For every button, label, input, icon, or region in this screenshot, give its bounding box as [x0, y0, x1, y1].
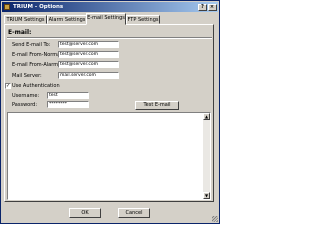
tab-alarm-settings[interactable]: Alarm Settings	[47, 15, 87, 24]
tab-ftp-settings[interactable]: FTP Settings	[126, 15, 160, 24]
section-divider	[7, 37, 212, 39]
tab-email-settings[interactable]: E-mail Settings	[86, 13, 126, 25]
ok-button[interactable]: OK	[69, 208, 101, 218]
password-label: Password:	[12, 102, 38, 108]
log-scrollbar[interactable]: ▲ ▼	[203, 113, 210, 199]
app-icon	[4, 4, 10, 10]
from-alarm-field[interactable]: test@server.com	[58, 61, 119, 68]
title-bar[interactable]: TRIUM - Options ? ×	[2, 2, 218, 12]
password-field[interactable]: ********	[47, 101, 89, 108]
resize-grip-icon[interactable]	[212, 216, 218, 222]
options-window: TRIUM - Options ? × TRIUM Settings Alarm…	[0, 0, 220, 224]
window-title: TRIUM - Options	[13, 4, 64, 10]
use-auth-label[interactable]: Use Authentication	[12, 83, 60, 89]
mail-server-label: Mail Server:	[12, 73, 42, 79]
username-label: Username:	[12, 93, 40, 99]
log-output-area[interactable]: ▲ ▼	[7, 112, 211, 200]
from-normal-field[interactable]: test@server.com	[58, 51, 119, 58]
send-to-label: Send E-mail To:	[12, 42, 51, 48]
close-button[interactable]: ×	[207, 3, 217, 11]
send-to-field[interactable]: test@server.com	[58, 41, 119, 48]
scroll-up-icon[interactable]: ▲	[203, 113, 210, 120]
cancel-button[interactable]: Cancel	[118, 208, 150, 218]
scroll-down-icon[interactable]: ▼	[203, 192, 210, 199]
tab-trium-settings[interactable]: TRIUM Settings	[4, 15, 47, 24]
email-section-title: E-mail:	[8, 29, 32, 36]
test-email-button[interactable]: Test E-mail	[135, 101, 179, 110]
mail-server-field[interactable]: mail.server.com	[58, 72, 119, 79]
from-alarm-label: E-mail From-Alarm:	[12, 62, 60, 68]
use-auth-checkbox[interactable]: ✓	[5, 83, 11, 89]
help-button[interactable]: ?	[198, 3, 207, 11]
username-field[interactable]: test	[47, 92, 89, 99]
from-normal-label: E-mail From-Normal:	[12, 52, 64, 58]
